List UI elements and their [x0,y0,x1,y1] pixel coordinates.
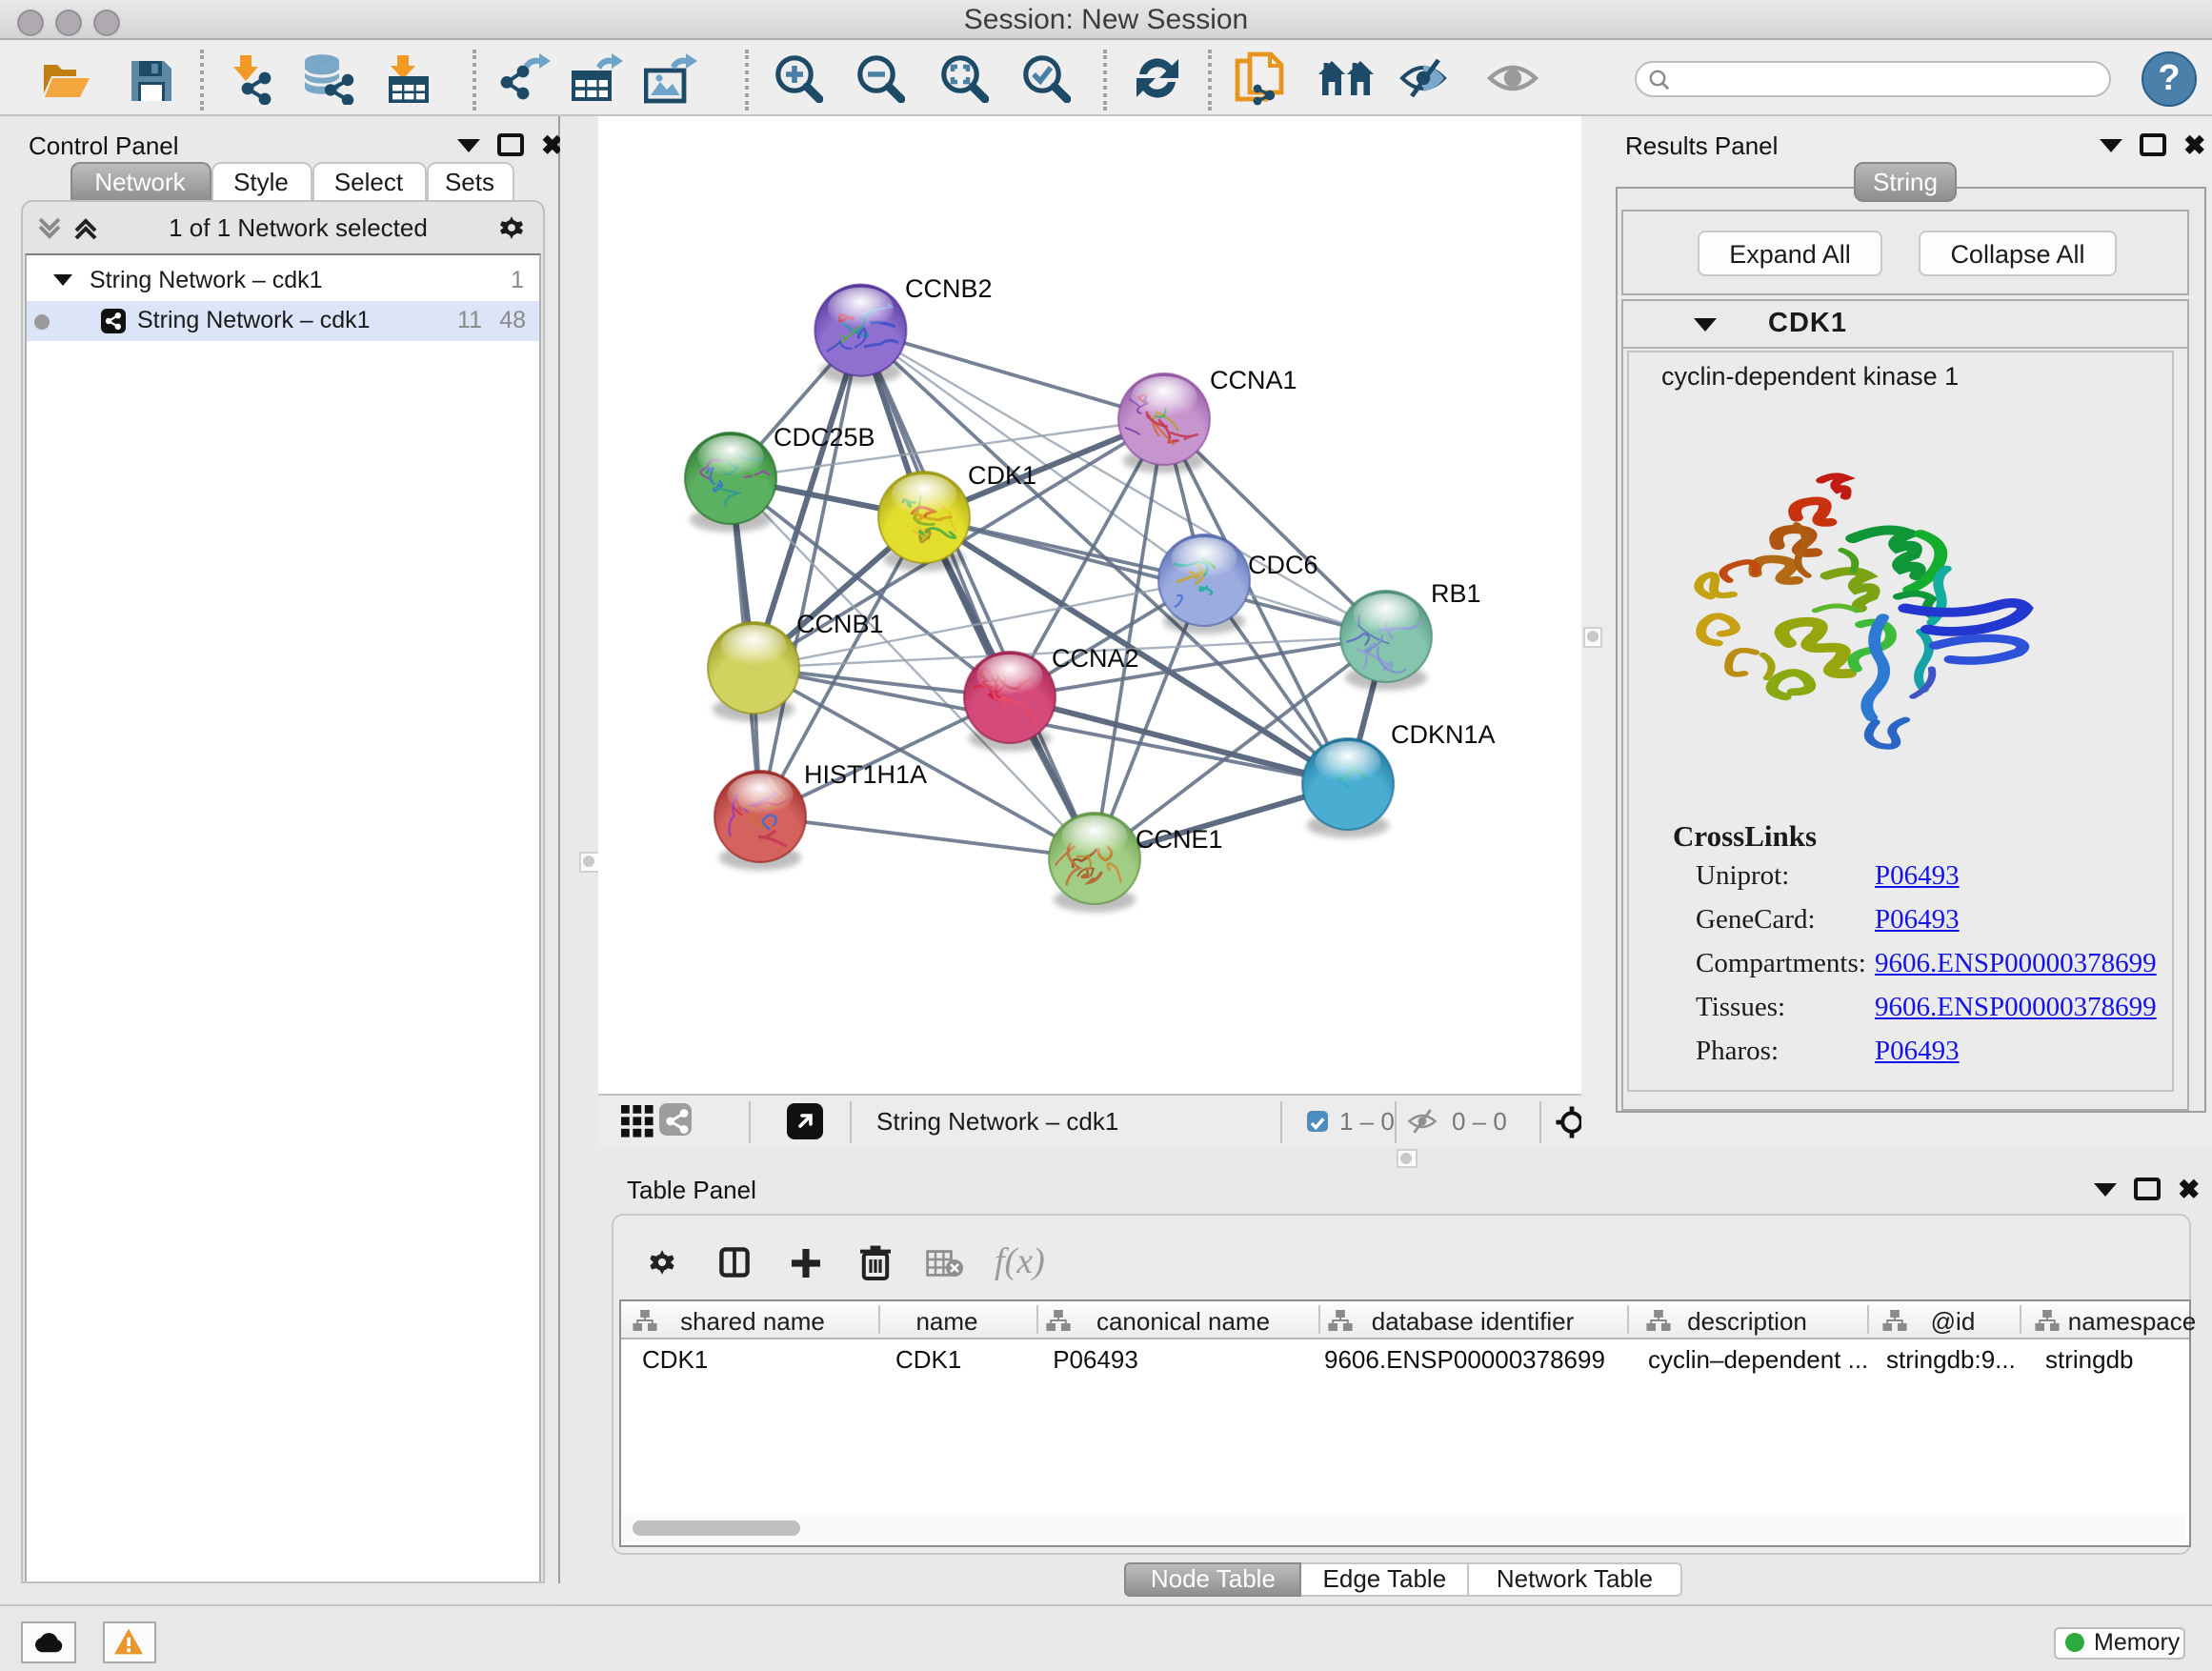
svg-text:RB1: RB1 [1431,579,1481,608]
svg-text:CCNB1: CCNB1 [796,610,884,638]
svg-text:CDC6: CDC6 [1248,551,1318,579]
svg-text:CCNE1: CCNE1 [1136,825,1223,854]
svg-text:HIST1H1A: HIST1H1A [804,760,927,789]
svg-text:CCNA2: CCNA2 [1052,644,1139,673]
svg-text:CCNA1: CCNA1 [1210,366,1297,394]
svg-text:CDC25B: CDC25B [774,423,875,452]
svg-text:CDKN1A: CDKN1A [1391,720,1496,749]
svg-text:CDK1: CDK1 [968,461,1036,490]
svg-text:CCNB2: CCNB2 [905,274,993,303]
